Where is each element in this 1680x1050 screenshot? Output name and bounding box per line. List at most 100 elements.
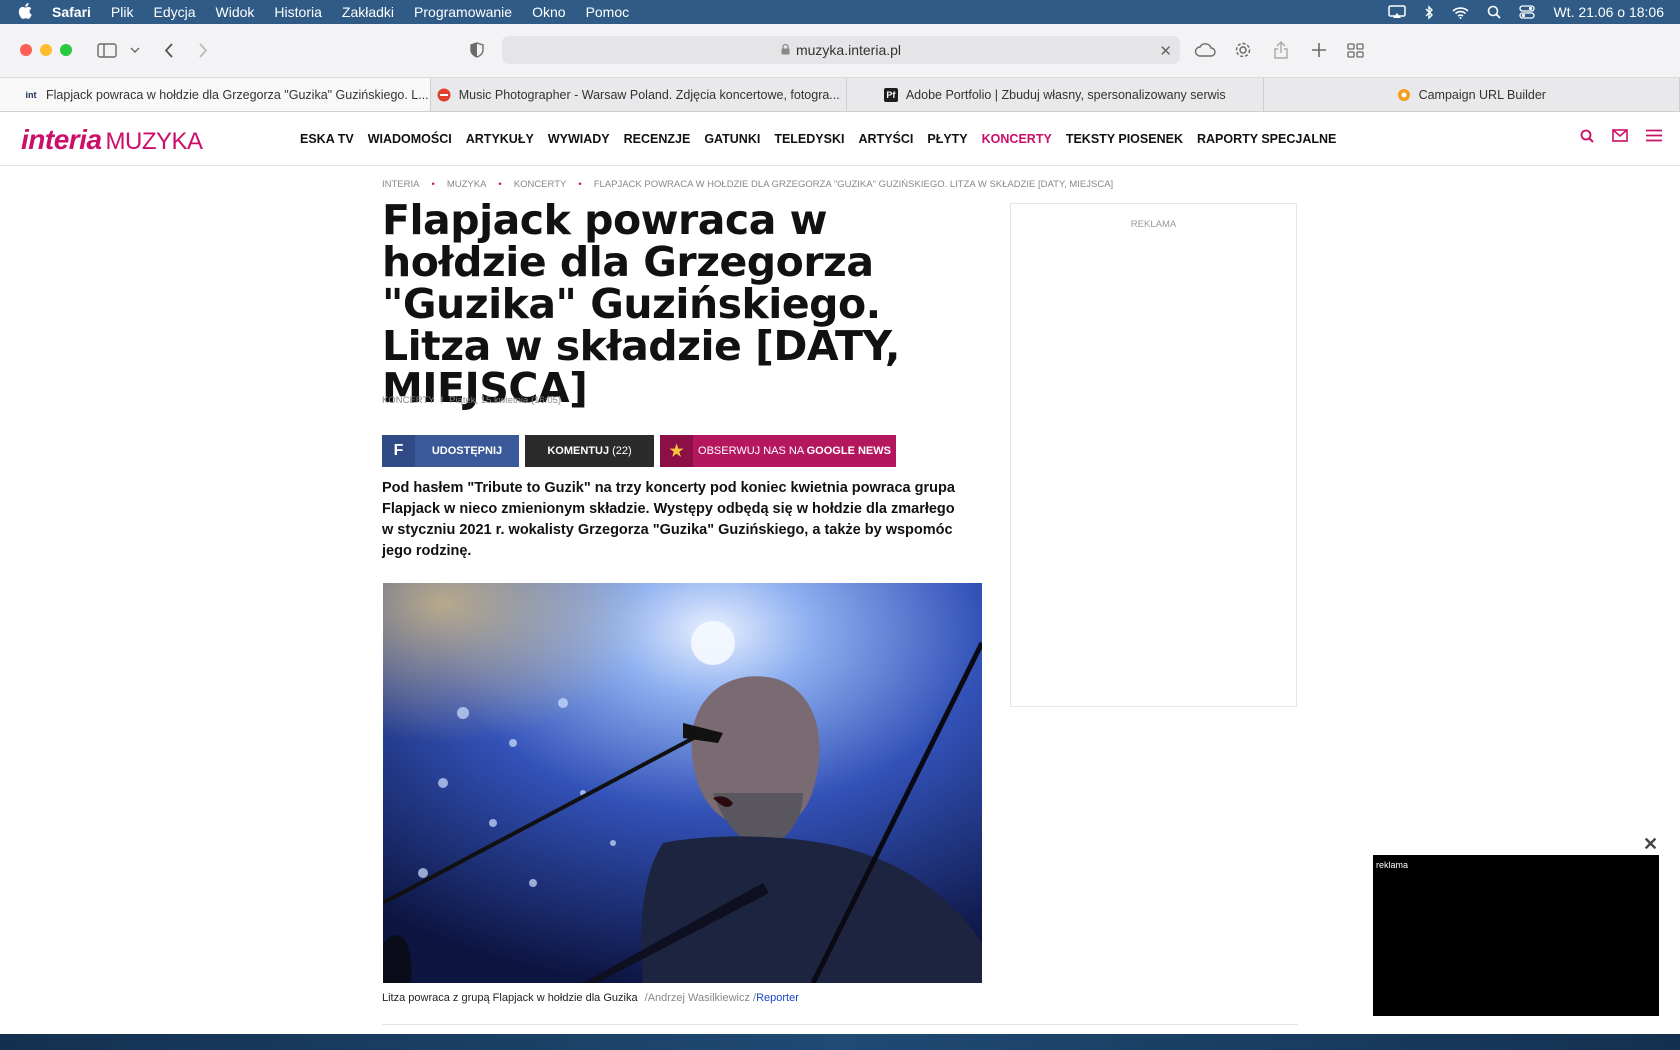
share-icon[interactable] [1270,39,1292,61]
red-circle-favicon-icon [437,88,451,102]
sidebar-toggle-icon[interactable] [96,39,118,61]
nav-item-gatunki[interactable]: GATUNKI [704,132,760,146]
article-lead: Pod hasłem "Tribute to Guzik" na trzy ko… [382,480,955,559]
browser-tab-music-photographer[interactable]: Music Photographer - Warsaw Poland. Zdję… [431,78,847,111]
control-center-icon[interactable] [1519,5,1536,19]
nav-item-raporty-specjalne[interactable]: RAPORTY SPECJALNE [1197,132,1336,146]
apple-icon[interactable] [18,2,36,22]
nav-item-eska-tv[interactable]: ESKA TV [300,132,354,146]
menubar-status-area: Wt. 21.06 o 18:06 [1388,0,1664,24]
facebook-icon: f [382,435,415,467]
menu-edycja[interactable]: Edycja [153,4,195,20]
nav-item-recenzje[interactable]: RECENZJE [624,132,691,146]
article-meta: KONCERTY | Piątek, 15 kwietnia (16:05) [382,395,561,406]
nav-item-wiadomosci[interactable]: WIADOMOŚCI [368,132,452,146]
menu-app-safari[interactable]: Safari [52,4,91,20]
caption-text: Litza powraca z grupą Flapjack w hołdzie… [382,992,638,1004]
search-icon[interactable] [1580,129,1594,148]
close-window-button[interactable] [20,44,32,56]
comment-count: (22) [612,445,632,457]
tab-title: Music Photographer - Warsaw Poland. Zdję… [458,87,840,102]
breadcrumb-separator-icon: • [578,179,582,190]
browser-toolbar: muzyka.interia.pl ✕ [0,24,1680,78]
macos-menubar: Safari Plik Edycja Widok Historia Zakład… [0,0,1680,24]
article-category[interactable]: KONCERTY [382,395,435,406]
nav-item-teksty-piosenek[interactable]: TEKSTY PIOSENEK [1066,132,1183,146]
breadcrumb: INTERIA • MUZYKA • KONCERTY • FLAPJACK P… [382,179,1113,190]
logo-brand: interia [21,124,102,155]
meta-divider: | [440,395,444,406]
tab-bar: int Flapjack powraca w hołdzie dla Grzeg… [0,78,1680,112]
comment-button[interactable]: KOMENTUJ (22) [525,435,654,467]
desktop-background [0,1034,1680,1050]
menu-programowanie[interactable]: Programowanie [414,4,512,20]
gear-icon[interactable] [1232,39,1254,61]
zoom-window-button[interactable] [60,44,72,56]
google-news-follow-button[interactable]: ★ OBSERWUJ NAS NA GOOGLE NEWS [660,435,896,467]
privacy-shield-icon[interactable] [466,39,488,61]
chevron-down-icon[interactable] [124,39,146,61]
browser-tab-interia[interactable]: int Flapjack powraca w hołdzie dla Grzeg… [0,78,431,111]
menu-widok[interactable]: Widok [216,4,255,20]
breadcrumb-separator-icon: • [498,179,502,190]
bluetooth-icon[interactable] [1424,4,1434,20]
address-bar[interactable]: muzyka.interia.pl ✕ [502,36,1180,64]
breadcrumb-item-koncerty[interactable]: KONCERTY [514,179,567,190]
back-arrow-icon[interactable] [158,39,180,61]
facebook-share-button[interactable]: f UDOSTĘPNIJ [382,435,519,467]
forward-arrow-icon[interactable] [192,39,214,61]
article-photo[interactable] [383,583,982,983]
ad-label: REKLAMA [1130,219,1177,230]
hamburger-menu-icon[interactable] [1646,129,1662,148]
sidebar-ad[interactable]: REKLAMA [1010,203,1297,707]
menu-pomoc[interactable]: Pomoc [586,4,630,20]
photo-caption: Litza powraca z grupą Flapjack w hołdzie… [382,992,799,1004]
screen-mirroring-icon[interactable] [1388,5,1407,19]
breadcrumb-item-muzyka[interactable]: MUZYKA [447,179,487,190]
photo-author: /Andrzej Wasilkiewicz / [644,992,757,1004]
gnews-brand: GOOGLE NEWS [806,445,891,457]
tab-overview-icon[interactable] [1344,39,1366,61]
nav-item-plyty[interactable]: PŁYTY [927,132,967,146]
nav-item-wywiady[interactable]: WYWIADY [548,132,610,146]
menu-okno[interactable]: Okno [532,4,565,20]
minimize-window-button[interactable] [40,44,52,56]
close-icon[interactable]: ✕ [1643,834,1658,855]
gnews-prefix: OBSERWUJ NAS NA [698,445,804,457]
spotlight-search-icon[interactable] [1487,5,1502,19]
nav-item-artykuly[interactable]: ARTYKUŁY [466,132,534,146]
wifi-icon[interactable] [1452,6,1470,19]
menu-plik[interactable]: Plik [111,4,134,20]
logo-section: MUZYKA [105,128,204,155]
new-tab-plus-icon[interactable] [1308,39,1330,61]
menu-historia[interactable]: Historia [274,4,321,20]
orange-gear-favicon-icon [1397,88,1411,102]
photo-agency-link[interactable]: Reporter [756,992,799,1004]
site-header: interia MUZYKA ESKA TV WIADOMOŚCI ARTYKUŁ… [0,112,1680,166]
mail-icon[interactable] [1612,129,1628,148]
menubar-clock[interactable]: Wt. 21.06 o 18:06 [1553,4,1664,20]
share-label: UDOSTĘPNIJ [431,445,503,457]
video-ad-player[interactable]: reklama [1373,855,1659,1016]
tab-title: Flapjack powraca w hołdzie dla Grzegorza… [46,87,429,102]
nav-item-teledyski[interactable]: TELEDYSKI [774,132,844,146]
tab-title: Adobe Portfolio | Zbuduj własny, sperson… [905,87,1226,102]
tab-title: Campaign URL Builder [1418,87,1546,102]
interia-muzyka-logo[interactable]: interia MUZYKA [21,124,203,156]
browser-tab-campaign-url-builder[interactable]: Campaign URL Builder [1264,78,1680,111]
star-icon: ★ [660,435,693,467]
content-divider [382,1024,1298,1025]
google-news-label: OBSERWUJ NAS NA GOOGLE NEWS [693,445,896,457]
browser-tab-adobe-portfolio[interactable]: Pf Adobe Portfolio | Zbuduj własny, sper… [847,78,1264,111]
safari-window: muzyka.interia.pl ✕ int Flapjack powraca… [0,24,1680,1034]
clear-url-icon[interactable]: ✕ [1159,42,1172,60]
nav-item-artysci[interactable]: ARTYŚCI [858,132,913,146]
lock-icon [781,42,790,58]
menu-zakladki[interactable]: Zakładki [342,4,394,20]
icloud-icon[interactable] [1194,39,1216,61]
header-icons [1580,129,1662,148]
article-title: Flapjack powraca w hołdzie dla Grzegorza… [382,196,900,412]
breadcrumb-item-interia[interactable]: INTERIA [382,179,419,190]
share-buttons: f UDOSTĘPNIJ KOMENTUJ (22) ★ OBSERWUJ NA… [382,435,896,467]
nav-item-koncerty[interactable]: KONCERTY [982,132,1052,146]
